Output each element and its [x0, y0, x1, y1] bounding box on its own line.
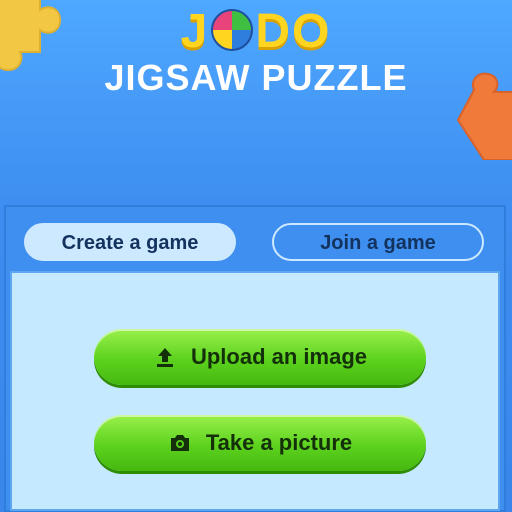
- create-game-content: Upload an image Take a picture: [10, 271, 500, 511]
- take-picture-label: Take a picture: [205, 430, 353, 455]
- upload-icon: [156, 348, 173, 367]
- logo-letter-j: J: [180, 5, 210, 58]
- upload-image-button[interactable]: Upload an image: [94, 329, 426, 385]
- game-title: JIGSAW PUZZLE: [104, 57, 408, 98]
- camera-icon: [170, 435, 189, 451]
- tab-join-game[interactable]: Join a game: [272, 223, 484, 261]
- game-mode-panel: Create a game Join a game Upload an imag…: [4, 205, 506, 512]
- tab-create-game[interactable]: Create a game: [24, 223, 236, 261]
- jodo-logo: J DO: [0, 6, 512, 58]
- logo-letters-do: DO: [255, 5, 332, 58]
- take-picture-button[interactable]: Take a picture: [94, 415, 426, 471]
- puzzle-ball-icon: [211, 9, 254, 51]
- upload-image-label: Upload an image: [190, 344, 368, 369]
